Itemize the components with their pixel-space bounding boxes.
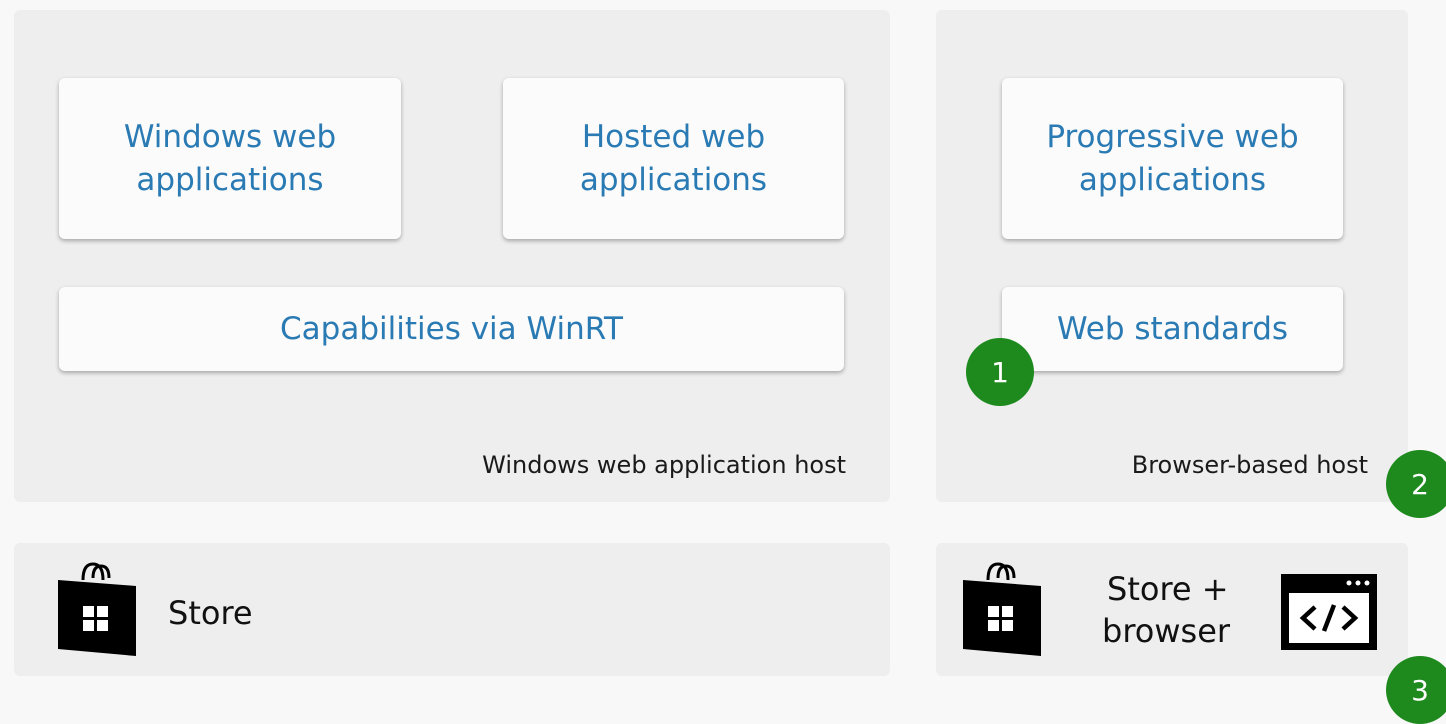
card-progressive-web-applications: Progressive web applications [1002,78,1343,239]
card-capabilities-via-winrt: Capabilities via WinRT [59,287,844,371]
windows-store-bag-icon-2 [963,562,1041,656]
badge-1: 1 [966,338,1034,406]
browser-code-icon [1281,574,1377,650]
badge-2: 2 [1386,450,1446,518]
card-capabilities-label: Capabilities via WinRT [280,310,623,347]
store-panel [14,543,890,676]
browser-host-label: Browser-based host [1131,451,1368,479]
card-web-standards: Web standards [1002,287,1343,371]
browser-label: browser [1102,612,1231,650]
store-label: Store [168,594,253,632]
store-plus-label: Store + [1107,570,1229,608]
windows-store-bag-icon [58,562,136,656]
card-hosted-web-applications-label: Hosted web applications [579,118,768,198]
card-windows-web-applications-label: Windows web applications [123,118,337,198]
card-windows-web-applications: Windows web applications [59,78,401,239]
card-web-standards-label: Web standards [1056,310,1289,347]
windows-host-label: Windows web application host [482,451,846,479]
card-hosted-web-applications: Hosted web applications [503,78,844,239]
badge-3: 3 [1386,656,1446,724]
card-progressive-web-applications-label: Progressive web applications [1046,118,1299,198]
